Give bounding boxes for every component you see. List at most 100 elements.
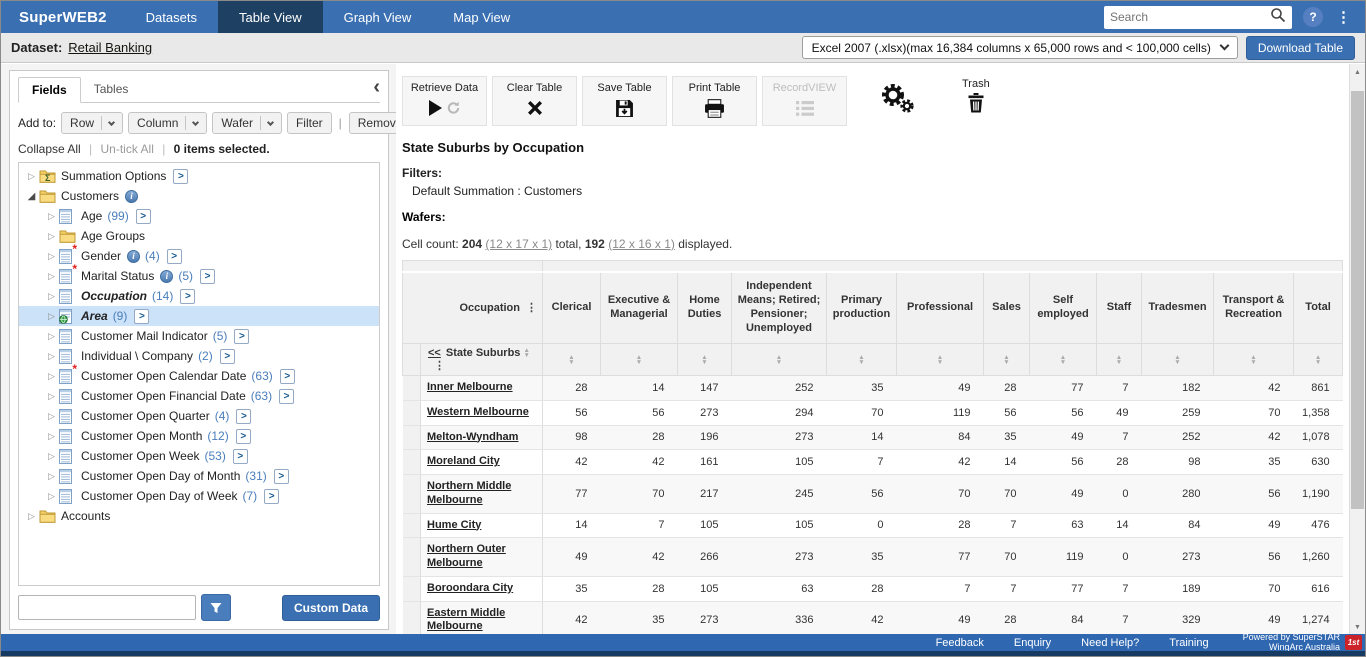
row-label-link[interactable]: Hume City bbox=[427, 519, 481, 531]
overflow-menu-icon[interactable]: ⋮ bbox=[1334, 8, 1353, 26]
field-menu-button[interactable]: > bbox=[134, 309, 149, 324]
row-label-link[interactable]: Boroondara City bbox=[427, 582, 513, 594]
expand-arrow-icon[interactable]: ▷ bbox=[44, 431, 59, 442]
cell-count-displayed-link[interactable]: (12 x 16 x 1) bbox=[608, 237, 675, 251]
print-table-button[interactable]: Print Table bbox=[672, 76, 757, 126]
expand-arrow-icon[interactable]: ▷ bbox=[44, 311, 59, 322]
collapse-all-link[interactable]: Collapse All bbox=[18, 142, 81, 156]
field-menu-button[interactable]: > bbox=[234, 329, 249, 344]
sort-icon[interactable]: ▲▼ bbox=[1060, 355, 1066, 365]
column-header-total[interactable]: Total bbox=[1294, 272, 1343, 344]
expand-arrow-icon[interactable]: ▷ bbox=[24, 171, 39, 182]
row-label-link[interactable]: Moreland City bbox=[427, 455, 500, 467]
app-logo[interactable]: SuperWEB2 bbox=[1, 1, 125, 33]
search-box[interactable] bbox=[1104, 6, 1292, 29]
row-axis-header[interactable]: <<State Suburbs ▲▼⋮ bbox=[421, 344, 543, 376]
footer-link-need-help[interactable]: Need Help? bbox=[1081, 637, 1139, 649]
tree-item-customers[interactable]: ◢Customersi bbox=[19, 186, 379, 206]
sort-icon[interactable]: ▲▼ bbox=[1003, 355, 1009, 365]
column-dropdown-icon[interactable] bbox=[185, 116, 198, 130]
nav-tab-table-view[interactable]: Table View bbox=[218, 1, 323, 33]
save-table-button[interactable]: Save Table bbox=[582, 76, 667, 126]
expand-arrow-icon[interactable]: ▷ bbox=[44, 371, 59, 382]
info-icon[interactable]: i bbox=[127, 250, 140, 263]
add-to-row-button[interactable]: Row bbox=[61, 112, 123, 134]
untick-all-link[interactable]: Un-tick All bbox=[101, 142, 154, 156]
column-header-home-duties[interactable]: Home Duties bbox=[678, 272, 732, 344]
field-menu-button[interactable]: > bbox=[233, 449, 248, 464]
add-to-column-button[interactable]: Column bbox=[128, 112, 207, 134]
row-axis-back-link[interactable]: << bbox=[428, 347, 441, 359]
field-menu-button[interactable]: > bbox=[236, 429, 251, 444]
search-icon[interactable] bbox=[1270, 7, 1286, 28]
row-label-link[interactable]: Northern Outer Melbourne bbox=[427, 543, 506, 569]
scroll-up-icon[interactable]: ▲ bbox=[1350, 69, 1365, 76]
tree-item-customer-open-quarter[interactable]: ▷Customer Open Quarter(4)> bbox=[19, 406, 379, 426]
sort-icon[interactable]: ▲▼ bbox=[1116, 355, 1122, 365]
collapse-panel-icon[interactable]: ‹ bbox=[373, 79, 380, 95]
sort-icon[interactable]: ▲▼ bbox=[1174, 355, 1180, 365]
expand-arrow-icon[interactable]: ▷ bbox=[44, 451, 59, 462]
column-header-transport-recreation[interactable]: Transport & Recreation bbox=[1214, 272, 1294, 344]
sort-icon[interactable]: ▲▼ bbox=[568, 355, 574, 365]
header-menu-icon[interactable]: ⋮ bbox=[434, 360, 445, 372]
field-menu-button[interactable]: > bbox=[173, 169, 188, 184]
expand-arrow-icon[interactable]: ▷ bbox=[44, 471, 59, 482]
column-axis-header[interactable]: Occupation⋮ bbox=[403, 272, 543, 344]
tree-item-customer-open-month[interactable]: ▷Customer Open Month(12)> bbox=[19, 426, 379, 446]
column-header-clerical[interactable]: Clerical bbox=[543, 272, 601, 344]
field-menu-button[interactable]: > bbox=[279, 389, 294, 404]
tree-item-age[interactable]: ▷Age(99)> bbox=[19, 206, 379, 226]
tree-filter-button[interactable] bbox=[201, 594, 231, 621]
nav-tab-map-view[interactable]: Map View bbox=[432, 1, 531, 33]
expand-arrow-icon[interactable]: ▷ bbox=[44, 231, 59, 242]
cell-count-total-link[interactable]: (12 x 17 x 1) bbox=[485, 237, 552, 251]
column-header-executive-managerial[interactable]: Executive & Managerial bbox=[601, 272, 678, 344]
field-menu-button[interactable]: > bbox=[167, 249, 182, 264]
tree-item-customer-open-day-of-month[interactable]: ▷Customer Open Day of Month(31)> bbox=[19, 466, 379, 486]
tree-item-customer-open-financial-date[interactable]: ▷Customer Open Financial Date(63)> bbox=[19, 386, 379, 406]
column-header-independent-means-retired-pensioner-unemployed[interactable]: Independent Means; Retired; Pensioner; U… bbox=[732, 272, 827, 344]
tree-item-marital-status[interactable]: ▷*Marital Statusi(5)> bbox=[19, 266, 379, 286]
column-header-primary-production[interactable]: Primary production bbox=[827, 272, 897, 344]
sort-icon[interactable]: ▲▼ bbox=[776, 355, 782, 365]
tree-item-accounts[interactable]: ▷Accounts bbox=[19, 506, 379, 526]
nav-tab-graph-view[interactable]: Graph View bbox=[323, 1, 433, 33]
sort-icon[interactable]: ▲▼ bbox=[636, 355, 642, 365]
expand-arrow-icon[interactable]: ▷ bbox=[44, 391, 59, 402]
expand-arrow-icon[interactable]: ▷ bbox=[44, 291, 59, 302]
search-input[interactable] bbox=[1110, 10, 1270, 24]
tree-item-area[interactable]: ▷Area(9)> bbox=[19, 306, 379, 326]
footer-link-enquiry[interactable]: Enquiry bbox=[1014, 637, 1051, 649]
field-menu-button[interactable]: > bbox=[180, 289, 195, 304]
tree-item-summation-options[interactable]: ▷ΣSummation Options> bbox=[19, 166, 379, 186]
sort-icon[interactable]: ▲▼ bbox=[937, 355, 943, 365]
download-table-button[interactable]: Download Table bbox=[1246, 36, 1355, 60]
wafer-dropdown-icon[interactable] bbox=[260, 116, 273, 130]
row-label-link[interactable]: Northern Middle Melbourne bbox=[427, 480, 511, 506]
column-header-staff[interactable]: Staff bbox=[1097, 272, 1142, 344]
tree-item-customer-mail-indicator[interactable]: ▷Customer Mail Indicator(5)> bbox=[19, 326, 379, 346]
row-dropdown-icon[interactable] bbox=[101, 116, 114, 130]
custom-data-button[interactable]: Custom Data bbox=[282, 595, 380, 621]
column-header-professional[interactable]: Professional bbox=[897, 272, 984, 344]
tree-item-customer-open-week[interactable]: ▷Customer Open Week(53)> bbox=[19, 446, 379, 466]
expand-arrow-icon[interactable]: ▷ bbox=[44, 351, 59, 362]
expand-arrow-icon[interactable]: ▷ bbox=[44, 331, 59, 342]
tree-item-customer-open-day-of-week[interactable]: ▷Customer Open Day of Week(7)> bbox=[19, 486, 379, 506]
retrieve-data-button[interactable]: Retrieve Data bbox=[402, 76, 487, 126]
tree-item-customer-open-calendar-date[interactable]: ▷*Customer Open Calendar Date(63)> bbox=[19, 366, 379, 386]
row-label-link[interactable]: Melton-Wyndham bbox=[427, 431, 518, 443]
sort-icon[interactable]: ▲▼ bbox=[858, 355, 864, 365]
tab-fields[interactable]: Fields bbox=[18, 77, 81, 103]
row-label-link[interactable]: Inner Melbourne bbox=[427, 381, 513, 393]
expand-arrow-icon[interactable]: ▷ bbox=[44, 491, 59, 502]
sort-icon[interactable]: ▲▼ bbox=[1315, 355, 1321, 365]
vertical-scrollbar[interactable]: ▲ ▼ bbox=[1349, 64, 1365, 634]
footer-link-feedback[interactable]: Feedback bbox=[936, 637, 984, 649]
row-label-link[interactable]: Western Melbourne bbox=[427, 406, 529, 418]
field-menu-button[interactable]: > bbox=[220, 349, 235, 364]
sort-icon[interactable]: ▲▼ bbox=[523, 348, 529, 358]
dataset-name-link[interactable]: Retail Banking bbox=[68, 40, 152, 55]
expand-arrow-icon[interactable]: ▷ bbox=[44, 411, 59, 422]
